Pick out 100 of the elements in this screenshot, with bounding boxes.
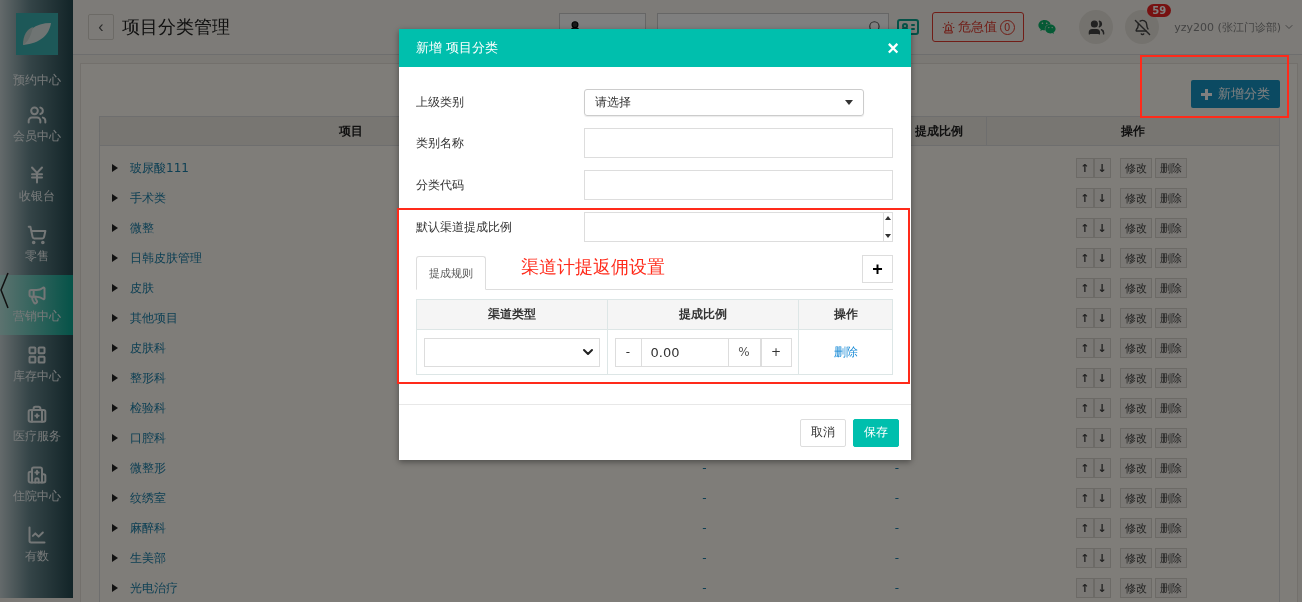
delete-button[interactable]: 删除 [1154,428,1187,448]
delete-button[interactable]: 删除 [1154,548,1187,568]
delete-button[interactable]: 删除 [1154,458,1187,478]
category-name[interactable]: 手术类 [130,189,166,207]
notification-badge: 59 [1147,4,1172,17]
edit-button[interactable]: 修改 [1119,398,1152,418]
delete-button[interactable]: 删除 [1154,158,1187,178]
ratio-field[interactable]: 0.00 [641,337,728,367]
expand-caret-icon[interactable] [112,554,118,562]
expand-caret-icon[interactable] [112,164,118,172]
category-name[interactable]: 玻尿酸111 [130,159,189,177]
category-name[interactable]: 其他项目 [130,309,178,327]
delete-button[interactable]: 删除 [1154,398,1187,418]
delete-link[interactable]: 删除 [833,343,858,361]
move-up-button[interactable]: ↑ [1076,248,1094,268]
category-name[interactable]: 生美部 [130,549,166,567]
edit-button[interactable]: 修改 [1119,278,1152,298]
expand-caret-icon[interactable] [112,194,118,202]
edit-button[interactable]: 修改 [1119,308,1152,328]
move-up-button[interactable]: ↑ [1076,188,1094,208]
expand-caret-icon[interactable] [112,374,118,382]
expand-caret-icon[interactable] [112,494,118,502]
delete-button[interactable]: 删除 [1154,578,1187,598]
category-name[interactable]: 麻醉科 [130,519,166,537]
expand-caret-icon[interactable] [112,584,118,592]
move-up-button[interactable]: ↑ [1076,488,1094,508]
category-name[interactable]: 光电治疗 [130,579,178,597]
expand-caret-icon[interactable] [112,404,118,412]
building-icon [26,465,47,485]
edit-button[interactable]: 修改 [1119,338,1152,358]
move-up-button[interactable]: ↑ [1076,308,1094,328]
expand-caret-icon[interactable] [112,344,118,352]
move-up-button[interactable]: ↑ [1076,338,1094,358]
move-up-button[interactable]: ↑ [1076,218,1094,238]
input-field[interactable] [584,128,893,158]
expand-caret-icon[interactable] [112,434,118,442]
decrease-button[interactable]: - [614,337,642,367]
delete-button[interactable]: 删除 [1154,248,1187,268]
delete-button[interactable]: 删除 [1154,368,1187,388]
delete-button[interactable]: 删除 [1154,308,1187,328]
edit-button[interactable]: 修改 [1119,458,1152,478]
edit-button[interactable]: 修改 [1119,158,1152,178]
move-up-button[interactable]: ↑ [1076,398,1094,418]
cancel-button[interactable]: 取消 [800,418,846,447]
edit-button[interactable]: 修改 [1119,428,1152,448]
new-category-button[interactable]: 新增分类 [1191,80,1280,108]
expand-caret-icon[interactable] [112,524,118,532]
tab[interactable]: 提成规则 [416,256,486,290]
users-button[interactable] [1079,10,1114,44]
category-name[interactable]: 微整形 [130,459,166,477]
expand-caret-icon[interactable] [112,284,118,292]
critical-value-button[interactable]: 危急值 0 [932,12,1025,42]
expand-caret-icon[interactable] [112,314,118,322]
back-button[interactable]: ‹ [88,14,114,40]
edit-button[interactable]: 修改 [1119,218,1152,238]
delete-button[interactable]: 删除 [1154,278,1187,298]
edit-button[interactable]: 修改 [1119,488,1152,508]
delete-button[interactable]: 删除 [1154,218,1187,238]
edit-button[interactable]: 修改 [1119,188,1152,208]
number-field[interactable] [584,212,893,242]
category-name[interactable]: 整形科 [130,369,166,387]
category-name[interactable]: 皮肤科 [130,339,166,357]
category-name[interactable]: 日韩皮肤管理 [130,249,202,267]
table-cell: - [702,551,707,565]
delete-button[interactable]: 删除 [1154,338,1187,358]
move-up-button[interactable]: ↑ [1076,578,1094,598]
spin-up-icon[interactable] [885,216,891,220]
edit-button[interactable]: 修改 [1119,548,1152,568]
move-up-button[interactable]: ↑ [1076,158,1094,178]
move-up-button[interactable]: ↑ [1076,548,1094,568]
bell-off-icon [1133,18,1151,36]
category-name[interactable]: 皮肤 [130,279,154,297]
move-up-button[interactable]: ↑ [1076,428,1094,448]
close-button[interactable]: × [887,38,899,58]
edit-button[interactable]: 修改 [1119,368,1152,388]
save-button[interactable]: 保存 [853,418,899,447]
table-cell: - [894,521,900,535]
move-up-button[interactable]: ↑ [1076,518,1094,538]
add-rule-button[interactable]: + [862,255,893,283]
category-name[interactable]: 纹绣室 [130,489,166,507]
move-up-button[interactable]: ↑ [1076,368,1094,388]
category-name[interactable]: 检验科 [130,399,166,417]
spin-down-icon[interactable] [885,234,891,238]
expand-caret-icon[interactable] [112,224,118,232]
parent-category-select[interactable]: 请选择 [584,89,864,116]
category-name[interactable]: 口腔科 [130,429,166,447]
move-up-button[interactable]: ↑ [1076,278,1094,298]
sidebar-item[interactable]: 零售 [0,215,73,275]
expand-caret-icon[interactable] [112,254,118,262]
expand-caret-icon[interactable] [112,464,118,472]
delete-button[interactable]: 删除 [1154,188,1187,208]
move-up-button[interactable]: ↑ [1076,458,1094,478]
edit-button[interactable]: 修改 [1119,578,1152,598]
edit-button[interactable]: 修改 [1119,248,1152,268]
input-field[interactable] [584,170,893,200]
delete-button[interactable]: 删除 [1154,488,1187,508]
category-name[interactable]: 微整 [130,219,154,237]
increase-button[interactable]: + [760,337,792,367]
delete-button[interactable]: 删除 [1154,518,1187,538]
edit-button[interactable]: 修改 [1119,518,1152,538]
